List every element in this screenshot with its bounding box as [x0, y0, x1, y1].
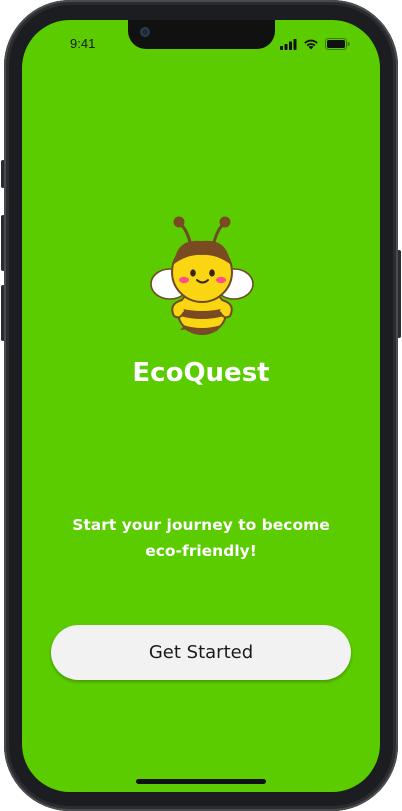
status-time: 9:41: [70, 36, 96, 51]
app-title: EcoQuest: [132, 358, 270, 388]
phone-device: 9:41 EcoQuest Start your journey to beco…: [0, 0, 402, 811]
home-indicator: [136, 779, 266, 784]
bee-mascot-icon: [150, 216, 254, 335]
wifi-icon: [304, 39, 318, 50]
notch: [128, 20, 275, 49]
bee-right-arm: [219, 299, 233, 319]
app-screen: 9:41 EcoQuest Start your journey to beco…: [22, 20, 380, 792]
app-tagline: Start your journey to become eco-friendl…: [72, 516, 330, 560]
bee-left-arm: [171, 299, 185, 319]
get-started-button[interactable]: Get Started: [51, 625, 351, 680]
battery-icon: [325, 38, 350, 50]
cellular-signal-icon: [280, 38, 297, 50]
bee-right-cheek: [216, 276, 226, 284]
bee-left-cheek: [179, 276, 189, 284]
status-icons: [280, 38, 350, 50]
bee-right-eye: [209, 269, 215, 277]
bee-left-eye: [190, 269, 196, 277]
front-camera-icon: [140, 27, 150, 37]
